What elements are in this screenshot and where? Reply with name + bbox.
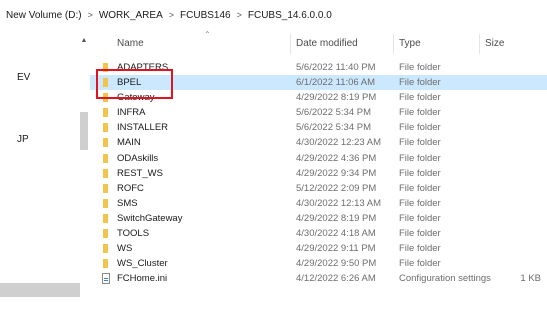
column-divider[interactable]: [479, 34, 480, 54]
breadcrumb-separator-icon[interactable]: >: [165, 10, 178, 20]
item-name: WS: [117, 243, 133, 255]
list-item-fchome-ini[interactable]: FCHome.ini 4/12/2022 6:26 AM Configurati…: [90, 271, 547, 286]
item-date-modified: 4/30/2022 12:13 AM: [296, 197, 382, 209]
list-item-infra[interactable]: INFRA 5/6/2022 5:34 PM File folder: [90, 105, 547, 120]
item-type: File folder: [399, 137, 441, 149]
item-name: FCHome.ini: [117, 273, 168, 285]
column-header-row: Name ⌃ Date modified Type Size: [90, 30, 547, 54]
item-name: SwitchGateway: [117, 212, 183, 224]
list-item-ws[interactable]: WS 4/29/2022 9:11 PM File folder: [90, 241, 547, 256]
sort-ascending-icon: ⌃: [204, 30, 211, 39]
item-date-modified: 5/6/2022 11:40 PM: [296, 62, 376, 73]
item-type: File folder: [399, 62, 441, 73]
item-type: File folder: [399, 122, 441, 134]
item-date-modified: 4/12/2022 6:26 AM: [296, 273, 376, 285]
item-type: File folder: [399, 228, 441, 240]
list-item-ws-cluster[interactable]: WS_Cluster 4/29/2022 9:50 PM File folder: [90, 256, 547, 271]
column-header-date-modified[interactable]: Date modified: [296, 38, 358, 49]
item-type: File folder: [399, 243, 441, 255]
folder-icon: [103, 259, 108, 269]
item-type: File folder: [399, 212, 441, 224]
list-item-switchgateway[interactable]: SwitchGateway 4/29/2022 8:19 PM File fol…: [90, 211, 547, 226]
item-date-modified: 4/29/2022 8:19 PM: [296, 92, 377, 104]
column-divider[interactable]: [393, 34, 394, 54]
folder-icon: [103, 244, 108, 254]
breadcrumb-separator-icon[interactable]: >: [84, 10, 97, 20]
item-size: 1 KB: [520, 273, 541, 285]
folder-icon: [103, 183, 108, 193]
item-name: TOOLS: [117, 228, 150, 240]
list-item-tools[interactable]: TOOLS 4/30/2022 4:18 AM File folder: [90, 226, 547, 241]
list-item-main[interactable]: MAIN 4/30/2022 12:23 AM File folder: [90, 135, 547, 150]
folder-icon: [103, 229, 108, 239]
nav-scrollbar[interactable]: [78, 30, 88, 316]
item-name: INFRA: [117, 107, 146, 119]
item-type: File folder: [399, 258, 441, 270]
item-date-modified: 4/29/2022 8:19 PM: [296, 212, 377, 224]
navigation-pane: EV JP: [0, 30, 80, 316]
item-date-modified: 4/29/2022 9:11 PM: [296, 243, 376, 255]
breadcrumb-item-fcubs146[interactable]: FCUBS146: [178, 10, 233, 21]
nav-item-jp[interactable]: JP: [17, 134, 29, 145]
folder-icon: [103, 153, 108, 163]
list-item-installer[interactable]: INSTALLER 5/6/2022 5:34 PM File folder: [90, 120, 547, 135]
item-name: INSTALLER: [117, 122, 169, 134]
column-divider[interactable]: [290, 34, 291, 54]
item-date-modified: 4/29/2022 9:50 PM: [296, 258, 377, 270]
list-item-sms[interactable]: SMS 4/30/2022 12:13 AM File folder: [90, 196, 547, 211]
column-header-type[interactable]: Type: [399, 38, 421, 49]
breadcrumb-item-new-volume[interactable]: New Volume (D:): [4, 10, 84, 21]
folder-icon: [103, 138, 108, 148]
item-type: File folder: [399, 77, 441, 89]
nav-scrollbar-thumb[interactable]: [80, 112, 88, 150]
item-type: File folder: [399, 197, 441, 209]
item-date-modified: 5/12/2022 2:09 PM: [296, 182, 377, 194]
item-name: SMS: [117, 197, 138, 209]
folder-icon: [103, 123, 108, 133]
item-type: File folder: [399, 182, 441, 194]
item-type: Configuration settings: [399, 273, 491, 285]
column-header-name[interactable]: Name: [117, 38, 144, 49]
list-item-rofc[interactable]: ROFC 5/12/2022 2:09 PM File folder: [90, 181, 547, 196]
item-type: File folder: [399, 107, 441, 119]
item-type: File folder: [399, 92, 441, 104]
list-item-rest-ws[interactable]: REST_WS 4/29/2022 9:34 PM File folder: [90, 166, 547, 181]
folder-icon: [103, 213, 108, 223]
list-item-odaskills[interactable]: ODAskills 4/29/2022 4:36 PM File folder: [90, 151, 547, 166]
highlight-annotation-box: [96, 69, 173, 99]
breadcrumb-item-fcubs-version[interactable]: FCUBS_14.6.0.0.0: [246, 10, 334, 21]
folder-icon: [103, 198, 108, 208]
item-date-modified: 4/29/2022 9:34 PM: [296, 167, 377, 179]
nav-item-ev[interactable]: EV: [17, 72, 30, 83]
item-date-modified: 4/30/2022 4:18 AM: [296, 228, 376, 240]
column-header-size[interactable]: Size: [485, 38, 504, 49]
nav-horizontal-scrollbar-thumb[interactable]: [0, 283, 80, 297]
item-name: ODAskills: [117, 152, 159, 164]
folder-icon: [103, 108, 108, 118]
folder-icon: [103, 168, 108, 178]
item-name: MAIN: [117, 137, 141, 149]
item-date-modified: 4/30/2022 12:23 AM: [296, 137, 382, 149]
item-date-modified: 5/6/2022 5:34 PM: [296, 107, 371, 119]
item-date-modified: 5/6/2022 5:34 PM: [296, 122, 371, 134]
breadcrumb-item-work-area[interactable]: WORK_AREA: [97, 10, 165, 21]
item-date-modified: 6/1/2022 11:06 AM: [296, 77, 376, 89]
scroll-up-arrow-icon[interactable]: ▲: [80, 37, 88, 45]
item-type: File folder: [399, 152, 441, 164]
item-name: ROFC: [117, 182, 144, 194]
config-file-icon: [102, 273, 110, 285]
breadcrumb-separator-icon[interactable]: >: [233, 10, 246, 20]
item-date-modified: 4/29/2022 4:36 PM: [296, 152, 377, 164]
breadcrumb: New Volume (D:) > WORK_AREA > FCUBS146 >…: [4, 7, 334, 23]
item-type: File folder: [399, 167, 441, 179]
item-name: REST_WS: [117, 167, 163, 179]
item-name: WS_Cluster: [117, 258, 168, 270]
